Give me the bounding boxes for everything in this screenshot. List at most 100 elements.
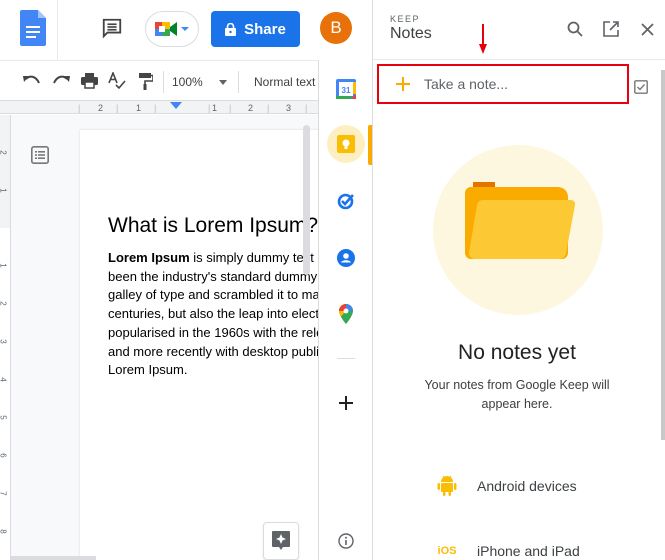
open-in-new-tab-button[interactable] (601, 19, 621, 39)
take-note-placeholder: Take a note... (424, 76, 509, 92)
ruler-tick-label: 1 (212, 103, 218, 113)
body-line: centuries, but also the leap into electr… (108, 306, 318, 322)
info-icon (338, 533, 354, 549)
body-line: been the industry's standard dummy text … (108, 268, 318, 284)
get-addons-button[interactable] (327, 384, 365, 422)
keep-scrollbar[interactable] (661, 70, 665, 440)
zoom-select[interactable]: 100% (172, 71, 227, 93)
spellcheck-icon (108, 72, 126, 90)
annotation-arrow-icon (479, 24, 487, 54)
style-value: Normal text (254, 75, 316, 89)
ruler-tick-label: 2 (0, 150, 8, 154)
header-divider (57, 0, 58, 60)
google-maps-icon (339, 304, 353, 324)
body-line: galley of type and scrambled it to make … (108, 287, 318, 303)
search-button[interactable] (565, 19, 585, 39)
document-body[interactable]: Lorem Ipsum is simply dummy text of the … (108, 249, 318, 380)
svg-text:31: 31 (342, 86, 351, 95)
ruler-tick-label: 3 (286, 103, 292, 113)
plus-icon (339, 396, 353, 410)
lock-icon (225, 22, 237, 36)
search-icon (567, 21, 583, 37)
keep-panel: KEEP Notes Take a note... No notes yet Y… (372, 0, 665, 560)
side-panel-rail: 31 (318, 60, 372, 560)
meet-button[interactable] (145, 11, 199, 47)
spellcheck-button[interactable] (108, 72, 126, 90)
redo-icon (53, 75, 70, 84)
body-line: Lorem Ipsum is simply dummy text of the … (108, 250, 318, 265)
paint-format-button[interactable] (137, 72, 155, 90)
body-line: popularised in the 1960s with the releas… (108, 324, 318, 340)
keep-panel-title: Notes (390, 25, 432, 42)
redo-button[interactable] (52, 72, 70, 90)
dropdown-arrow-icon (218, 79, 227, 85)
comments-button[interactable] (98, 14, 126, 42)
google-docs-logo-icon[interactable] (20, 10, 46, 46)
ruler-tick-label: 1 (0, 263, 8, 267)
body-line: Lorem Ipsum. (108, 362, 188, 378)
google-calendar-icon: 31 (336, 79, 356, 99)
print-button[interactable] (80, 72, 98, 90)
document-heading[interactable]: What is Lorem Ipsum? (108, 214, 318, 238)
ruler-tick-label: 1 (136, 103, 142, 113)
platform-label: Android devices (477, 478, 577, 494)
print-icon (80, 73, 98, 89)
chevron-down-icon (181, 27, 189, 31)
indent-marker[interactable] (170, 102, 182, 109)
android-devices-link[interactable]: Android devices (435, 474, 577, 498)
toolbar-divider (238, 71, 239, 93)
horizontal-ruler[interactable]: | 2 | 1 | | 1 | 2 | 3 | (0, 100, 318, 114)
platform-label: iPhone and iPad (477, 543, 580, 559)
docs-header: Share B (0, 0, 370, 60)
ruler-tick-label: 2 (248, 103, 254, 113)
google-tasks-icon (337, 193, 354, 210)
close-panel-button[interactable] (637, 19, 657, 39)
share-button[interactable]: Share (211, 11, 300, 47)
toolbar-divider (163, 71, 164, 93)
account-avatar[interactable]: B (320, 12, 352, 44)
rail-item-tasks[interactable] (327, 182, 365, 220)
app-window: Share B 100% Normal text | 2 | 1 | | 1 |… (0, 0, 665, 560)
ruler-tick-label: 1 (0, 188, 8, 192)
android-icon (435, 474, 459, 498)
body-line: and more recently with desktop publishin… (108, 343, 318, 359)
google-keep-icon (337, 135, 355, 153)
ruler-tick-label: 6 (0, 453, 8, 457)
document-outline-button[interactable] (31, 146, 49, 164)
paint-format-icon (139, 72, 153, 90)
explore-icon (272, 531, 290, 550)
undo-button[interactable] (23, 72, 41, 90)
checkbox-icon (634, 80, 648, 94)
explore-button[interactable] (263, 522, 299, 560)
google-meet-icon (155, 22, 177, 36)
info-button[interactable] (327, 522, 365, 560)
zoom-value: 100% (172, 75, 203, 89)
document-scrollbar[interactable] (303, 125, 310, 275)
ios-icon: iOS (437, 545, 457, 557)
plus-icon (396, 77, 410, 91)
google-contacts-icon (337, 249, 355, 267)
ruler-tick-label: 7 (0, 491, 8, 495)
ruler-tick-label: 2 (98, 103, 104, 113)
ruler-tick-label: 2 (0, 301, 8, 305)
new-list-button[interactable] (634, 80, 648, 94)
paragraph-style-select[interactable]: Normal text (254, 71, 318, 93)
undo-icon (23, 75, 40, 84)
empty-state-illustration (433, 145, 603, 315)
rail-item-calendar[interactable]: 31 (327, 70, 365, 108)
rail-divider (337, 358, 355, 359)
rail-item-maps[interactable] (327, 295, 365, 333)
ruler-margin (0, 115, 10, 228)
horizontal-scrollbar[interactable] (11, 556, 96, 560)
rail-item-contacts[interactable] (327, 239, 365, 277)
take-a-note-input[interactable]: Take a note... (377, 64, 629, 104)
document-outline-icon (31, 146, 49, 164)
ruler-tick-label: 4 (0, 377, 8, 381)
ruler-tick-label: 8 (0, 529, 8, 533)
docs-toolbar: 100% Normal text (0, 60, 318, 100)
keep-header: KEEP Notes (373, 0, 665, 60)
rail-item-keep[interactable] (327, 125, 365, 163)
ruler-tick-label: 5 (0, 415, 8, 419)
iphone-ipad-link[interactable]: iOS iPhone and iPad (435, 539, 580, 560)
open-in-new-icon (603, 21, 619, 37)
